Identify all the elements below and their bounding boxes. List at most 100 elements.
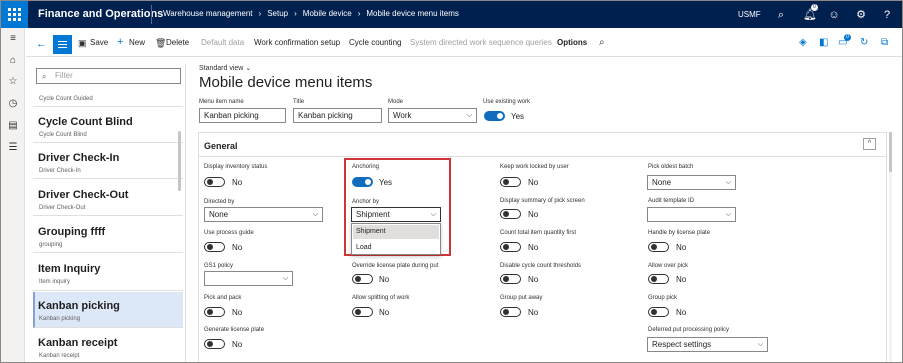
chevron-down-icon: ⌵ (312, 211, 318, 218)
list-scrollbar[interactable] (178, 131, 181, 191)
toggle-value: Yes (511, 112, 525, 121)
count-total-toggle[interactable] (500, 242, 521, 252)
feedback-icon[interactable]: ☺ (826, 7, 842, 23)
group-put-away-toggle[interactable] (500, 307, 521, 317)
chevron-down-icon: ⌵ (725, 179, 731, 186)
work-confirmation-setup-button[interactable]: Work confirmation setup (254, 38, 340, 47)
list-item-selected[interactable]: Kanban picking Kanban picking (33, 292, 183, 328)
toggle-value: No (528, 210, 539, 219)
toggle-value: No (232, 308, 243, 317)
system-directed-queries-button[interactable]: System directed work sequence queries (410, 38, 552, 47)
refresh-icon[interactable]: ↻ (860, 37, 868, 48)
display-summary-toggle[interactable] (500, 209, 521, 219)
help-icon[interactable]: ? (879, 7, 895, 23)
generate-license-plate-toggle[interactable] (204, 339, 225, 349)
waffle-icon (8, 8, 21, 21)
section-title[interactable]: General (204, 141, 238, 151)
handle-by-license-plate-toggle[interactable] (648, 242, 669, 252)
popout-icon[interactable]: ⧉ (881, 37, 888, 48)
search-icon[interactable]: ⌕ (773, 7, 789, 23)
list-item[interactable]: Item Inquiry Item inquiry (33, 254, 183, 291)
override-license-plate-toggle[interactable] (352, 274, 373, 284)
save-icon: ▣ (78, 38, 87, 48)
options-tab[interactable]: Options (557, 38, 587, 47)
mode-select[interactable]: Work ⌵ (388, 108, 477, 123)
list-item-title: Kanban picking (38, 300, 120, 312)
breadcrumb: Warehouse management › Setup › Mobile de… (163, 9, 459, 18)
workspace-icon[interactable]: ▤ (5, 119, 21, 133)
dropdown-option[interactable]: Load (353, 241, 439, 255)
diamond-icon[interactable]: ◈ (799, 37, 807, 48)
default-data-button[interactable]: Default data (201, 38, 244, 47)
title-field[interactable]: Kanban picking (293, 108, 382, 123)
pick-and-pack-label: Pick and pack (204, 295, 242, 301)
breadcrumb-item[interactable]: Mobile device (303, 9, 352, 18)
allow-over-pick-toggle[interactable] (648, 274, 669, 284)
list-item-subtitle: Kanban receipt (39, 353, 80, 359)
clock-icon[interactable]: ◷ (5, 97, 21, 111)
cycle-counting-button[interactable]: Cycle counting (349, 38, 401, 47)
use-existing-work-toggle[interactable] (484, 111, 505, 121)
search-icon[interactable]: ⌕ (599, 37, 605, 48)
main-scrollbar[interactable] (889, 132, 892, 362)
list-item-title: Kanban receipt (38, 337, 118, 349)
handle-by-license-plate-label: Handle by license plate (648, 230, 711, 236)
delete-button[interactable]: Delete (166, 38, 189, 47)
list-item[interactable]: Driver Check-Out Driver Check-Out (33, 180, 183, 216)
disable-cycle-count-toggle[interactable] (500, 274, 521, 284)
breadcrumb-item[interactable]: Setup (267, 9, 288, 18)
menu-item-name-field[interactable]: Kanban picking (199, 108, 286, 123)
attachment-badge: 0 (844, 34, 851, 41)
app-name[interactable]: Finance and Operations (38, 8, 163, 20)
menu-toggle-button[interactable] (53, 35, 72, 54)
directed-by-select[interactable]: None ⌵ (204, 207, 323, 222)
disable-cycle-count-label: Disable cycle count thresholds (500, 263, 582, 269)
list-item-subtitle: Driver Check-Out (39, 205, 86, 211)
view-selector[interactable]: Standard view ⌄ (199, 64, 251, 72)
pick-oldest-batch-label: Pick oldest batch (648, 164, 694, 170)
star-icon[interactable]: ☆ (5, 75, 21, 89)
keep-work-locked-toggle[interactable] (500, 177, 521, 187)
filter-input[interactable]: ⌕ Filter (36, 68, 181, 84)
hamburger-icon[interactable]: ≡ (5, 32, 21, 46)
menu-item-name-label: Menu item name (199, 99, 244, 105)
breadcrumb-item[interactable]: Warehouse management (163, 9, 253, 18)
list-item[interactable]: Driver Check-In Driver Check-In (33, 144, 183, 179)
list-item[interactable]: Cycle Count Blind Cycle Count Blind (33, 108, 183, 143)
group-pick-toggle[interactable] (648, 307, 669, 317)
filter-icon: ⌕ (42, 72, 47, 81)
pick-and-pack-toggle[interactable] (204, 307, 225, 317)
app-launcher-button[interactable] (1, 1, 28, 28)
dropdown-option[interactable]: Shipment (353, 225, 439, 239)
chevron-up-icon[interactable]: ^ (863, 138, 876, 150)
deferred-put-select[interactable]: Respect settings ⌵ (647, 337, 768, 352)
display-inventory-status-toggle[interactable] (204, 177, 225, 187)
use-process-guide-label: Use process guide (204, 230, 254, 236)
new-button[interactable]: New (129, 38, 145, 47)
left-navigation: ≡ ⌂ ☆ ◷ ▤ ☰ (1, 28, 25, 362)
list-item-subtitle: Cycle Count Guided (39, 96, 93, 102)
gs1-policy-label: GS1 policy (204, 263, 234, 269)
list-item-subtitle: grouping (39, 242, 63, 248)
home-icon[interactable]: ⌂ (5, 54, 21, 68)
back-arrow-icon[interactable]: ← (36, 38, 47, 50)
use-process-guide-toggle[interactable] (204, 242, 225, 252)
pick-oldest-batch-select[interactable]: None ⌵ (647, 175, 736, 190)
chevron-down-icon: ⌵ (466, 112, 472, 119)
toggle-value: No (379, 275, 390, 284)
group-put-away-label: Group put away (500, 295, 543, 301)
office-icon[interactable]: ◧ (819, 37, 828, 48)
list-item[interactable]: Kanban receipt Kanban receipt (33, 329, 183, 362)
audit-template-select[interactable]: ⌵ (647, 207, 736, 222)
display-inventory-status-label: Display inventory status (204, 164, 268, 170)
list-item[interactable]: Cycle Count Guided (33, 90, 183, 107)
allow-splitting-toggle[interactable] (352, 307, 373, 317)
gear-icon[interactable]: ⚙ (853, 7, 869, 23)
list-icon[interactable]: ☰ (5, 141, 21, 155)
gs1-policy-select[interactable]: ⌵ (204, 271, 293, 286)
breadcrumb-item[interactable]: Mobile device menu items (366, 9, 458, 18)
save-button[interactable]: Save (90, 38, 108, 47)
list-item[interactable]: Grouping ffff grouping (33, 217, 183, 253)
company-picker[interactable]: USMF (738, 10, 761, 19)
list-item-title: Driver Check-In (38, 152, 120, 164)
